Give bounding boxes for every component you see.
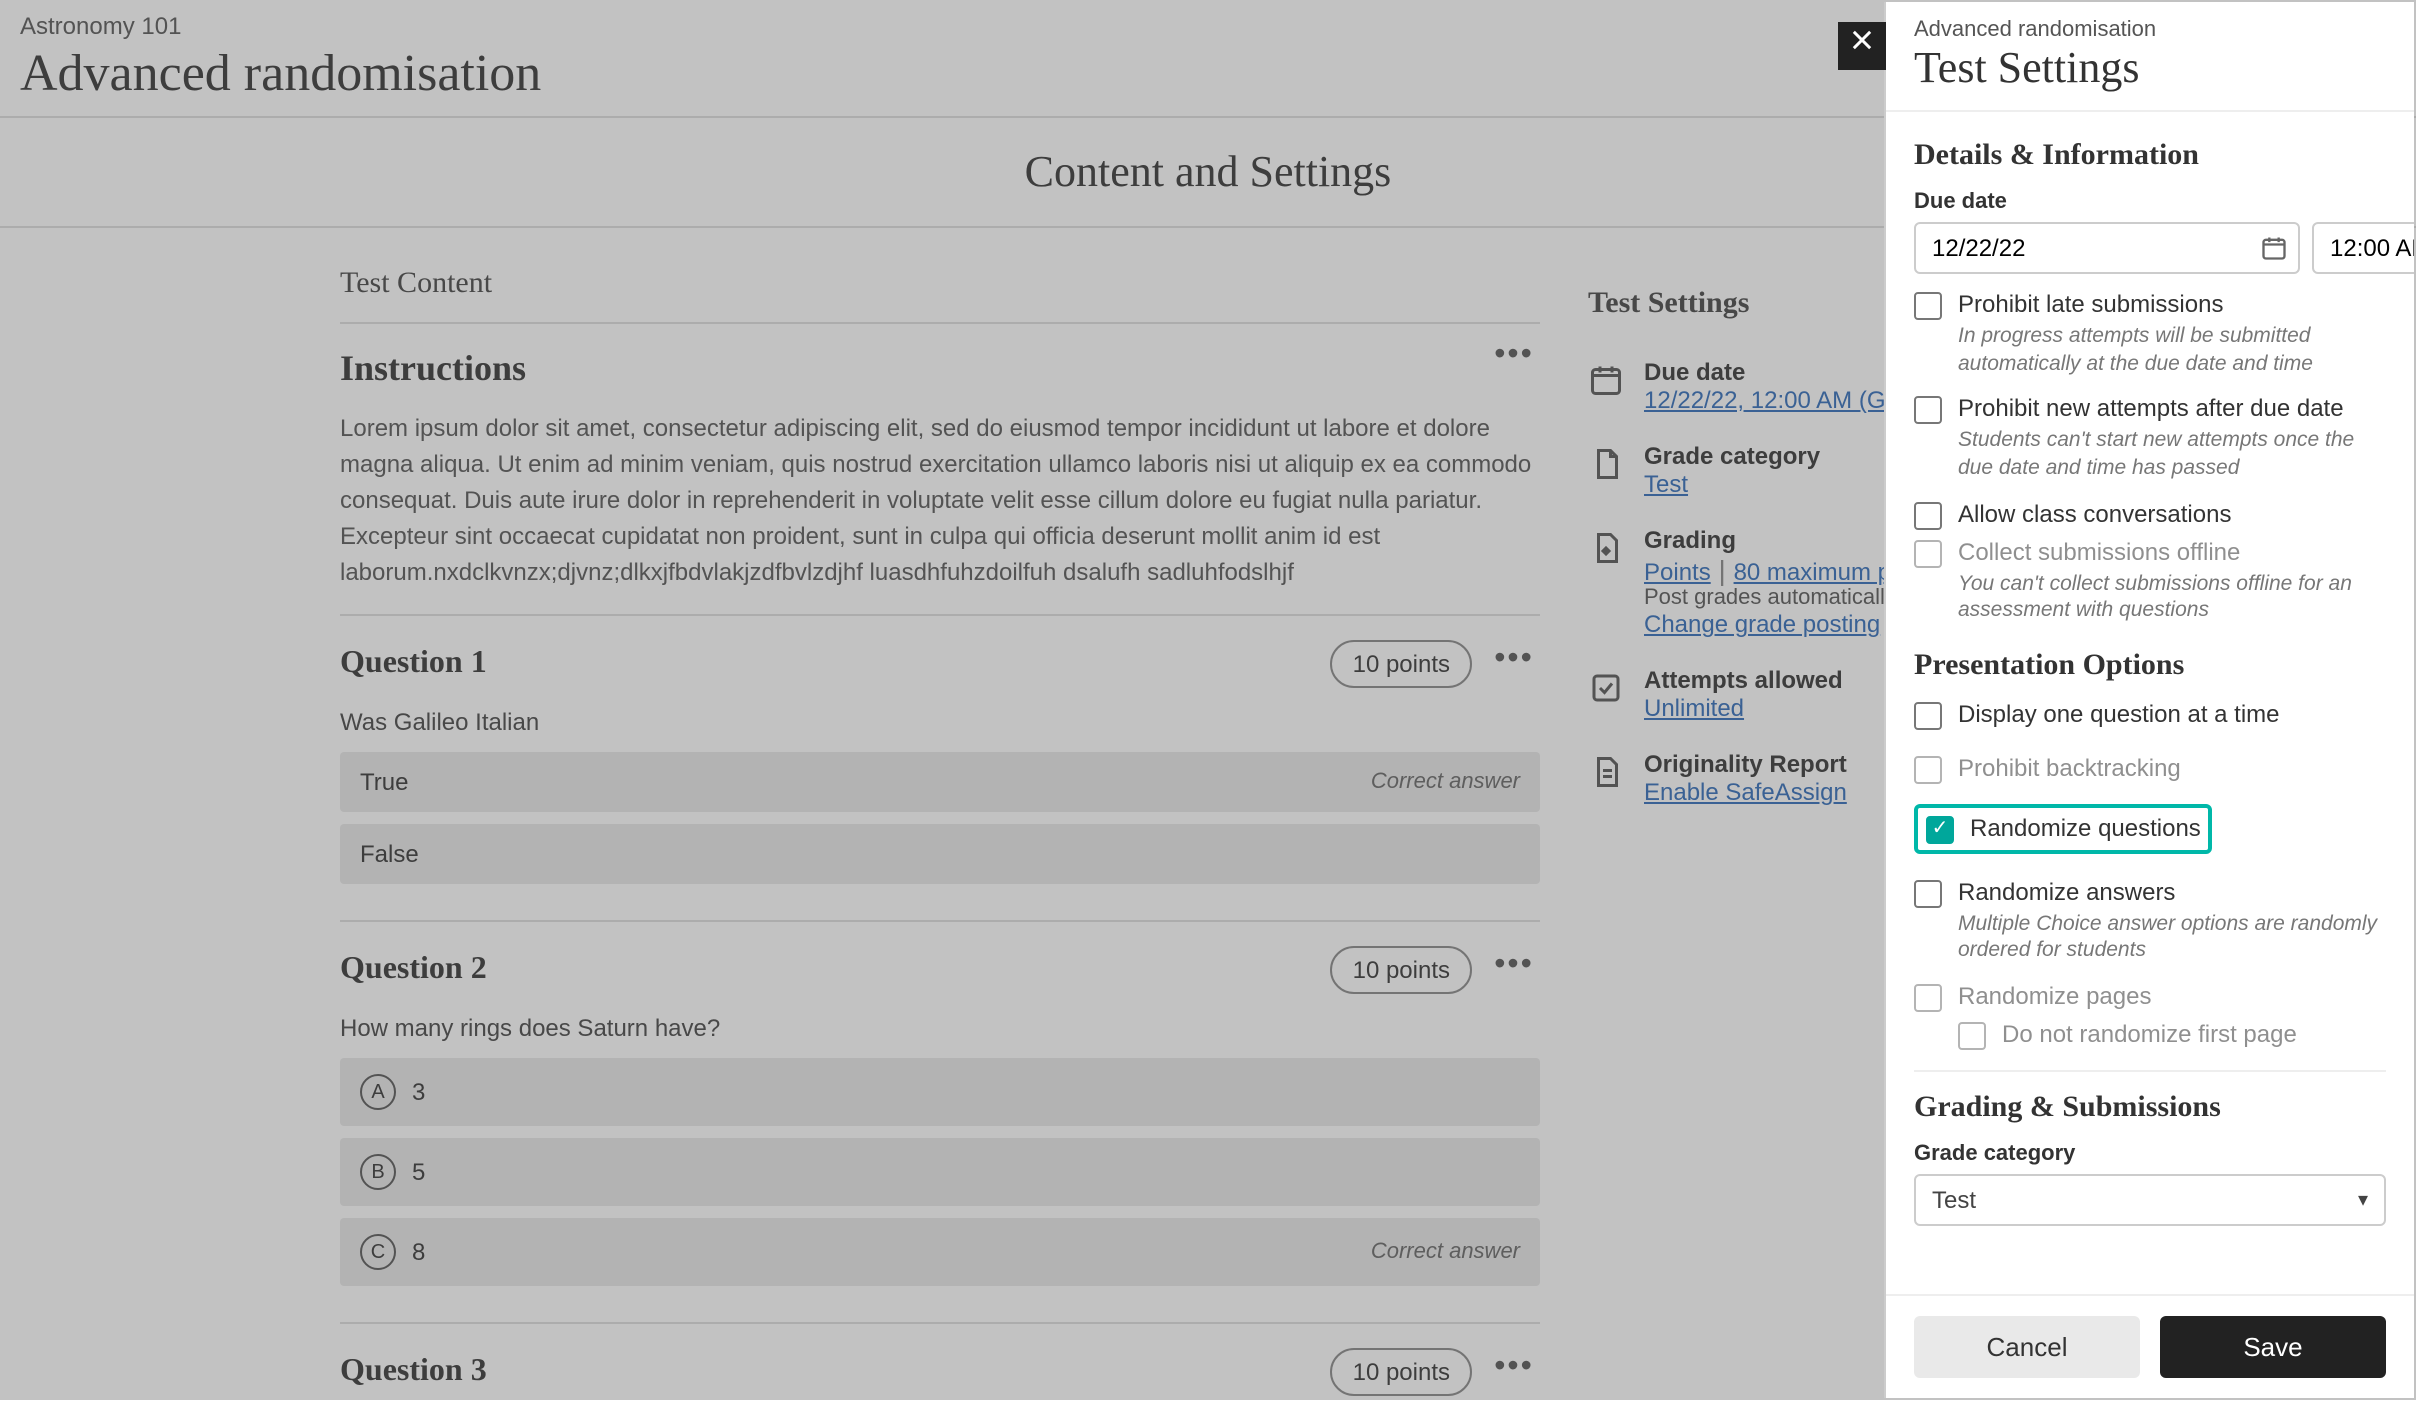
checkbox-label: Randomize answers bbox=[1958, 878, 2175, 906]
points-pill[interactable]: 10 points bbox=[1331, 640, 1472, 688]
answer-text: True bbox=[360, 768, 408, 796]
answer-row[interactable]: A3 bbox=[340, 1058, 1540, 1126]
prohibit-new-checkbox-row[interactable]: Prohibit new attempts after due date bbox=[1914, 395, 2386, 425]
question-3: Question 3 10 points ••• bbox=[340, 1324, 1540, 1420]
question-title: Question 1 bbox=[340, 646, 487, 682]
checkbox-label: Prohibit late submissions bbox=[1958, 290, 2223, 318]
checkbox-hint: Multiple Choice answer options are rando… bbox=[1958, 912, 2386, 967]
presentation-heading: Presentation Options bbox=[1914, 650, 2386, 684]
grade-category-select[interactable]: Test ▾ bbox=[1914, 1174, 2386, 1226]
checkbox-icon[interactable] bbox=[1914, 397, 1942, 425]
answer-text: False bbox=[360, 840, 419, 868]
checkbox-label: Prohibit backtracking bbox=[1958, 754, 2181, 782]
checkbox-label: Randomize pages bbox=[1958, 982, 2151, 1010]
chevron-down-icon: ▾ bbox=[2358, 1189, 2368, 1211]
summary-label: Attempts allowed bbox=[1644, 666, 1843, 694]
question-more-button[interactable]: ••• bbox=[1488, 644, 1540, 684]
option-letter: C bbox=[360, 1234, 396, 1270]
display-one-checkbox-row[interactable]: Display one question at a time bbox=[1914, 700, 2386, 730]
summary-originality-link[interactable]: Enable SafeAssign bbox=[1644, 778, 1847, 806]
answer-row[interactable]: B5 bbox=[340, 1138, 1540, 1206]
question-2: Question 2 10 points ••• How many rings … bbox=[340, 922, 1540, 1324]
question-1: Question 1 10 points ••• Was Galileo Ita… bbox=[340, 616, 1540, 922]
question-title: Question 3 bbox=[340, 1354, 487, 1390]
question-more-button[interactable]: ••• bbox=[1488, 950, 1540, 990]
answer-row[interactable]: False bbox=[340, 824, 1540, 884]
answer-text: 5 bbox=[412, 1158, 425, 1186]
checkbox-label: Display one question at a time bbox=[1958, 700, 2280, 728]
details-heading: Details & Information bbox=[1914, 140, 2386, 174]
question-prompt: How many rings does Saturn have? bbox=[340, 994, 1540, 1058]
calendar-icon bbox=[1588, 362, 1624, 398]
checkbox-icon[interactable] bbox=[1914, 880, 1942, 908]
grade-category-label: Grade category bbox=[1914, 1142, 2386, 1166]
question-title: Question 2 bbox=[340, 952, 487, 988]
instructions-body: Lorem ipsum dolor sit amet, consectetur … bbox=[340, 410, 1540, 590]
checkbox-label: Prohibit new attempts after due date bbox=[1958, 395, 2344, 423]
randomize-questions-highlight: ✓ Randomize questions bbox=[1914, 804, 2213, 854]
checkbox-icon bbox=[1914, 539, 1942, 567]
select-value: Test bbox=[1932, 1186, 1976, 1214]
panel-title: Test Settings bbox=[1914, 42, 2386, 94]
summary-label: Originality Report bbox=[1644, 750, 1847, 778]
checkbox-icon bbox=[1588, 670, 1624, 706]
checkbox-label: Collect submissions offline bbox=[1958, 537, 2240, 565]
points-pill[interactable]: 10 points bbox=[1331, 1348, 1472, 1396]
checkbox-label: Randomize questions bbox=[1970, 814, 2201, 842]
checkbox-icon bbox=[1914, 756, 1942, 784]
due-time-input[interactable] bbox=[2312, 222, 2414, 274]
grading-icon bbox=[1588, 530, 1624, 566]
summary-attempts-link[interactable]: Unlimited bbox=[1644, 694, 1843, 722]
calendar-icon[interactable] bbox=[2260, 234, 2288, 262]
question-prompt: Was Galileo Italian bbox=[340, 688, 1540, 752]
report-icon bbox=[1588, 754, 1624, 790]
instructions-block: ••• Instructions Lorem ipsum dolor sit a… bbox=[340, 324, 1540, 616]
correct-answer-label: Correct answer bbox=[1371, 770, 1520, 794]
summary-label: Grade category bbox=[1644, 442, 1820, 470]
cancel-button[interactable]: Cancel bbox=[1914, 1316, 2140, 1378]
test-content-heading: Test Content bbox=[340, 248, 1540, 324]
checkbox-icon bbox=[1958, 1022, 1986, 1050]
checkbox-icon[interactable] bbox=[1914, 702, 1942, 730]
checkbox-label: Allow class conversations bbox=[1958, 499, 2231, 527]
close-button[interactable] bbox=[1838, 22, 1886, 70]
test-settings-panel: Advanced randomisation Test Settings Det… bbox=[1884, 2, 2414, 1398]
answer-text: 8 bbox=[412, 1238, 425, 1266]
answer-text: 3 bbox=[412, 1078, 425, 1106]
randomize-answers-checkbox-row[interactable]: Randomize answers bbox=[1914, 878, 2386, 908]
instructions-more-button[interactable]: ••• bbox=[1488, 340, 1540, 380]
panel-breadcrumb: Advanced randomisation bbox=[1914, 18, 2386, 42]
due-date-input[interactable] bbox=[1914, 222, 2300, 274]
summary-grading-points-link[interactable]: Points bbox=[1644, 558, 1711, 586]
no-randomize-first-checkbox-row: Do not randomize first page bbox=[1958, 1020, 2386, 1050]
summary-gradecat-link[interactable]: Test bbox=[1644, 470, 1820, 498]
option-letter: B bbox=[360, 1154, 396, 1190]
prohibit-late-checkbox-row[interactable]: Prohibit late submissions bbox=[1914, 290, 2386, 320]
randomize-questions-checkbox-row[interactable]: ✓ Randomize questions bbox=[1926, 814, 2201, 844]
grading-heading: Grading & Submissions bbox=[1914, 1092, 2386, 1126]
checkbox-icon[interactable] bbox=[1914, 292, 1942, 320]
instructions-title: Instructions bbox=[340, 348, 1540, 390]
checkbox-hint: Students can't start new attempts once t… bbox=[1958, 429, 2386, 484]
answer-row[interactable]: C8 Correct answer bbox=[340, 1218, 1540, 1286]
allow-conversations-checkbox-row[interactable]: Allow class conversations bbox=[1914, 499, 2386, 529]
checkbox-hint: You can't collect submissions offline fo… bbox=[1958, 571, 2386, 626]
save-button[interactable]: Save bbox=[2160, 1316, 2386, 1378]
answer-row[interactable]: True Correct answer bbox=[340, 752, 1540, 812]
checkbox-checked-icon[interactable]: ✓ bbox=[1926, 816, 1954, 844]
points-pill[interactable]: 10 points bbox=[1331, 946, 1472, 994]
collect-offline-checkbox-row: Collect submissions offline bbox=[1914, 537, 2386, 567]
due-date-label: Due date bbox=[1914, 190, 2386, 214]
checkbox-hint: In progress attempts will be submitted a… bbox=[1958, 324, 2386, 379]
correct-answer-label: Correct answer bbox=[1371, 1240, 1520, 1264]
checkbox-icon bbox=[1914, 984, 1942, 1012]
checkbox-label: Do not randomize first page bbox=[2002, 1020, 2297, 1048]
document-icon bbox=[1588, 446, 1624, 482]
checkbox-icon[interactable] bbox=[1914, 501, 1942, 529]
question-more-button[interactable]: ••• bbox=[1488, 1352, 1540, 1392]
option-letter: A bbox=[360, 1074, 396, 1110]
prohibit-backtracking-checkbox-row: Prohibit backtracking bbox=[1914, 754, 2386, 784]
randomize-pages-checkbox-row: Randomize pages bbox=[1914, 982, 2386, 1012]
